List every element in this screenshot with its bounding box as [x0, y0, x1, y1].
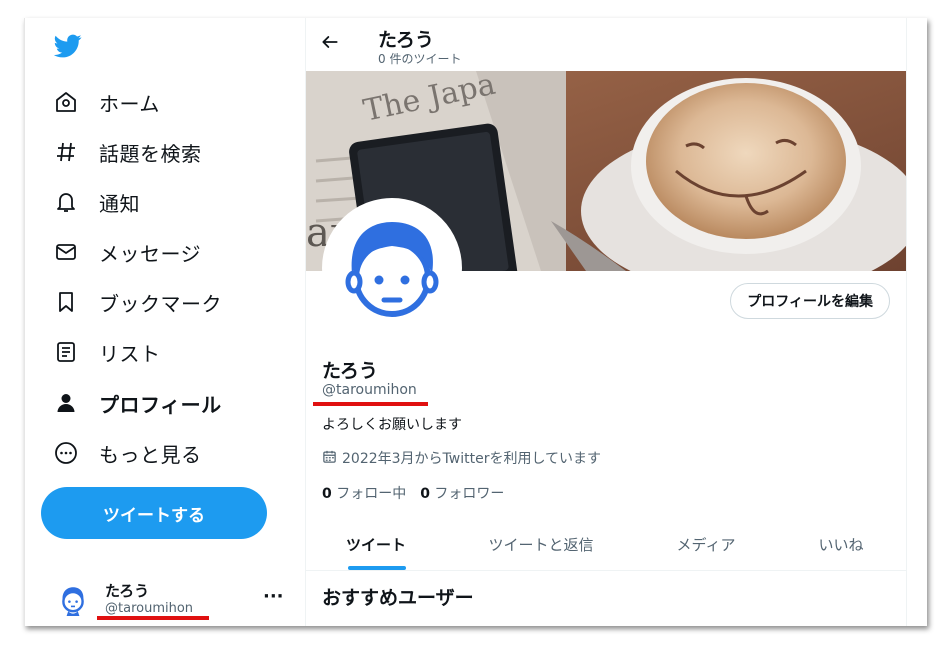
- nav-label: メッセージ: [99, 241, 202, 266]
- profile-tabs: ツイート ツイートと返信 メディア いいね: [306, 518, 906, 571]
- nav-label: もっと見る: [99, 442, 202, 467]
- profile-column: たろう 0 件のツイート The Japa プロフィールを編集 たろう @tar…: [305, 18, 907, 626]
- account-handle: @taroumihon: [105, 601, 194, 616]
- nav-label: プロフィール: [99, 392, 222, 417]
- profile-name: たろう: [322, 360, 378, 382]
- edit-profile-button[interactable]: プロフィールを編集: [730, 283, 890, 319]
- bell-icon: [53, 189, 79, 215]
- calendar-icon: [322, 449, 337, 468]
- tab-label: メディア: [676, 535, 736, 554]
- bookmark-icon: [53, 289, 79, 315]
- tab-tweets-replies[interactable]: ツイートと返信: [446, 518, 636, 570]
- tweet-count: 0 件のツイート: [378, 52, 462, 66]
- nav-label: 話題を検索: [99, 141, 202, 166]
- nav-item-notifications[interactable]: 通知: [53, 182, 140, 222]
- follow-stats: 0 フォロー中 0 フォロワー: [322, 483, 504, 503]
- more-dots-icon[interactable]: ···: [263, 586, 284, 607]
- header-name: たろう: [378, 29, 434, 51]
- handle-underline-annotation: [97, 616, 209, 620]
- tab-label: ツイートと返信: [488, 535, 594, 554]
- nav-label: リスト: [99, 341, 161, 366]
- avatar: [57, 584, 89, 616]
- sidebar-nav: ホーム 話題を検索 通知 メッセージ ブックマーク リスト プロフィール もっと…: [25, 18, 305, 626]
- tab-tweets[interactable]: ツイート: [306, 518, 446, 570]
- arrow-left-icon[interactable]: [320, 32, 340, 57]
- profile-bio: よろしくお願いします: [322, 417, 462, 433]
- tweet-button[interactable]: ツイートする: [41, 487, 267, 539]
- profile-avatar[interactable]: [322, 198, 462, 338]
- avatar-illustration: [345, 222, 439, 317]
- more-circle-icon: [53, 440, 79, 466]
- following-count: 0: [322, 486, 332, 502]
- active-tab-indicator: [348, 566, 406, 570]
- nav-item-explore[interactable]: 話題を検索: [53, 132, 202, 172]
- account-name: たろう: [105, 582, 150, 600]
- nav-item-messages[interactable]: メッセージ: [53, 232, 201, 272]
- nav-label: 通知: [99, 191, 140, 216]
- nav-item-more[interactable]: もっと見る: [53, 433, 202, 473]
- envelope-icon: [53, 239, 79, 265]
- tab-media[interactable]: メディア: [636, 518, 776, 570]
- nav-item-lists[interactable]: リスト: [53, 332, 161, 372]
- home-icon: [53, 89, 79, 115]
- account-switcher[interactable]: たろう @taroumihon ···: [55, 574, 287, 620]
- handle-underline-annotation: [313, 402, 428, 406]
- joined-text: 2022年3月からTwitterを利用しています: [342, 451, 602, 467]
- list-icon: [53, 339, 79, 365]
- joined-date: 2022年3月からTwitterを利用しています: [322, 448, 601, 468]
- tab-likes[interactable]: いいね: [776, 518, 906, 570]
- nav-label: ブックマーク: [99, 291, 222, 316]
- tab-label: ツイート: [345, 535, 406, 554]
- nav-item-home[interactable]: ホーム: [53, 82, 160, 122]
- following-link[interactable]: 0 フォロー中: [322, 486, 406, 502]
- tab-label: いいね: [818, 535, 864, 554]
- browser-frame: ホーム 話題を検索 通知 メッセージ ブックマーク リスト プロフィール もっと…: [24, 18, 927, 626]
- person-icon: [53, 390, 79, 416]
- nav-item-bookmarks[interactable]: ブックマーク: [53, 282, 222, 322]
- twitter-logo-icon[interactable]: [53, 32, 83, 60]
- followers-count: 0: [420, 486, 430, 502]
- nav-item-profile[interactable]: プロフィール: [53, 383, 222, 423]
- profile-header-bar: たろう 0 件のツイート: [306, 18, 906, 71]
- profile-handle: @taroumihon: [322, 382, 417, 398]
- nav-label: ホーム: [99, 91, 160, 116]
- followers-link[interactable]: 0 フォロワー: [420, 486, 504, 502]
- suggested-users-title: おすすめユーザー: [322, 587, 474, 609]
- following-label: フォロー中: [336, 486, 407, 502]
- hashtag-icon: [53, 139, 79, 165]
- followers-label: フォロワー: [434, 486, 505, 502]
